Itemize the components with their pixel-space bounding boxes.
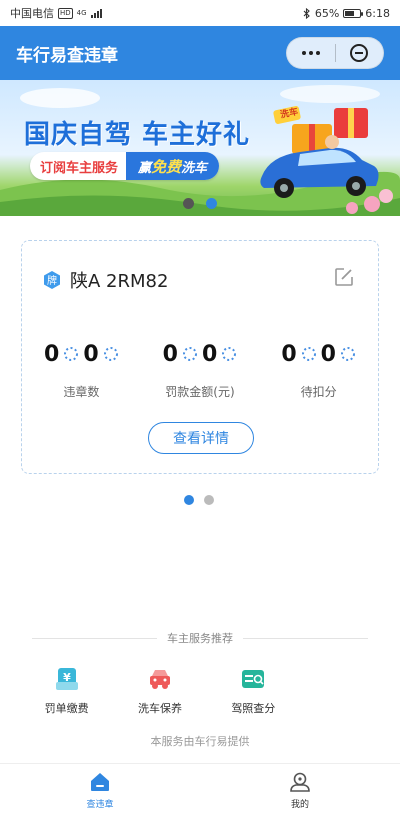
stat-violations-value: 0 bbox=[44, 341, 60, 367]
close-circle-icon[interactable] bbox=[336, 38, 384, 68]
services-list: ¥ 罚单缴费 洗车保养 驾照查分 bbox=[20, 666, 300, 716]
violation-stats: 0 0 违章数 0 0 罚款金额(元) 0 0 待扣分 bbox=[22, 337, 378, 400]
services-title: 车主服务推荐 bbox=[167, 632, 233, 645]
view-details-button[interactable]: 查看详情 bbox=[148, 422, 254, 454]
divider-left bbox=[32, 637, 157, 639]
stat-points-value: 0 bbox=[281, 341, 297, 367]
vehicle-card: 牌 陕A 2RM82 0 0 违章数 0 0 罚款金额(元) 0 0 待扣分 查… bbox=[21, 240, 379, 474]
page-title: 车行易查违章 bbox=[16, 45, 118, 66]
tab-check-violations-label: 查违章 bbox=[86, 799, 114, 810]
hd-badge: HD bbox=[58, 7, 73, 19]
service-car-wash[interactable]: 洗车保养 bbox=[113, 666, 206, 716]
banner-subscribe-text: 订阅车主服务 bbox=[40, 160, 119, 176]
card-pagination bbox=[184, 495, 214, 505]
banner-dot-2[interactable] bbox=[206, 198, 217, 209]
plate-number: 陕A 2RM82 bbox=[70, 271, 169, 292]
banner-prize-prefix: 赢 bbox=[138, 160, 152, 176]
stat-violations-label: 违章数 bbox=[63, 385, 100, 399]
plate-row: 牌 陕A 2RM82 bbox=[42, 267, 168, 293]
mini-program-capsule bbox=[286, 37, 384, 69]
services-header: 车主服务推荐 bbox=[32, 630, 368, 646]
battery-fill bbox=[345, 10, 355, 16]
more-dots-icon[interactable] bbox=[287, 38, 335, 68]
license-search-icon bbox=[242, 670, 265, 688]
promo-banner[interactable]: 国庆自驾 车主好礼 订阅车主服务 赢 免费 洗车 洗车 bbox=[0, 80, 400, 216]
service-fine-label: 罚单缴费 bbox=[44, 702, 89, 715]
banner-offer-pill: 订阅车主服务 赢 免费 洗车 bbox=[30, 152, 220, 180]
bottom-tabbar: 查违章 我的 bbox=[0, 763, 400, 816]
stat-points-value-2: 0 bbox=[320, 341, 336, 367]
divider-right bbox=[243, 637, 368, 639]
loading-spinner-icon bbox=[103, 347, 118, 361]
car-wash-icon bbox=[149, 670, 170, 689]
stat-points-label: 待扣分 bbox=[300, 385, 337, 399]
svg-text:¥: ¥ bbox=[63, 671, 71, 684]
service-license-label: 驾照查分 bbox=[231, 702, 276, 715]
stat-violations-value-2: 0 bbox=[83, 341, 99, 367]
loading-spinner-icon bbox=[64, 347, 79, 361]
loading-spinner-icon bbox=[301, 347, 316, 361]
banner-prize-suffix: 洗车 bbox=[181, 160, 208, 176]
tab-mine-label: 我的 bbox=[290, 799, 309, 810]
loading-spinner-icon bbox=[340, 347, 355, 361]
stat-violations[interactable]: 0 0 违章数 bbox=[26, 337, 136, 400]
service-fine-payment[interactable]: ¥ 罚单缴费 bbox=[20, 666, 113, 716]
loading-spinner-icon bbox=[182, 347, 197, 361]
clock: 6:18 bbox=[365, 6, 390, 20]
banner-prize: 赢 免费 洗车 bbox=[126, 152, 220, 180]
bluetooth-icon bbox=[303, 7, 310, 19]
signal-icon bbox=[90, 8, 102, 18]
tab-mine[interactable]: 我的 bbox=[200, 764, 400, 816]
status-bar: 中国电信 HD 4G 65% 6:18 bbox=[0, 0, 400, 26]
stat-points[interactable]: 0 0 待扣分 bbox=[264, 337, 374, 400]
stat-fine-value-2: 0 bbox=[201, 341, 218, 367]
service-license-points[interactable]: 驾照查分 bbox=[207, 666, 300, 716]
profile-icon bbox=[290, 772, 310, 792]
edit-icon[interactable] bbox=[334, 267, 354, 287]
home-icon bbox=[91, 772, 109, 791]
status-left: 中国电信 HD 4G bbox=[10, 5, 102, 21]
battery-percent: 65% bbox=[314, 6, 340, 20]
loading-spinner-icon bbox=[222, 347, 237, 361]
network-type: 4G bbox=[76, 9, 87, 17]
stat-fine-label: 罚款金额(元) bbox=[165, 385, 235, 399]
card-dot-2[interactable] bbox=[204, 495, 214, 505]
service-provider-note: 本服务由车行易提供 bbox=[150, 735, 250, 748]
tab-check-violations[interactable]: 查违章 bbox=[0, 764, 200, 816]
stat-fine[interactable]: 0 0 罚款金额(元) bbox=[145, 337, 255, 400]
service-wash-label: 洗车保养 bbox=[137, 702, 182, 715]
banner-prize-highlight: 免费 bbox=[151, 157, 182, 176]
app-header: 车行易查违章 bbox=[0, 26, 400, 80]
banner-headline: 国庆自驾 车主好礼 bbox=[24, 120, 251, 150]
card-dot-1[interactable] bbox=[184, 495, 194, 505]
plate-badge-icon: 牌 bbox=[44, 271, 60, 289]
yen-ticket-icon: ¥ bbox=[55, 668, 78, 690]
plate-badge-text: 牌 bbox=[47, 274, 57, 287]
carrier-label: 中国电信 bbox=[10, 7, 54, 20]
status-right: 65% 6:18 bbox=[303, 7, 390, 20]
stat-fine-value: 0 bbox=[162, 341, 178, 367]
battery-icon bbox=[343, 8, 364, 18]
banner-pagination bbox=[183, 198, 217, 209]
banner-dot-1[interactable] bbox=[183, 198, 194, 209]
